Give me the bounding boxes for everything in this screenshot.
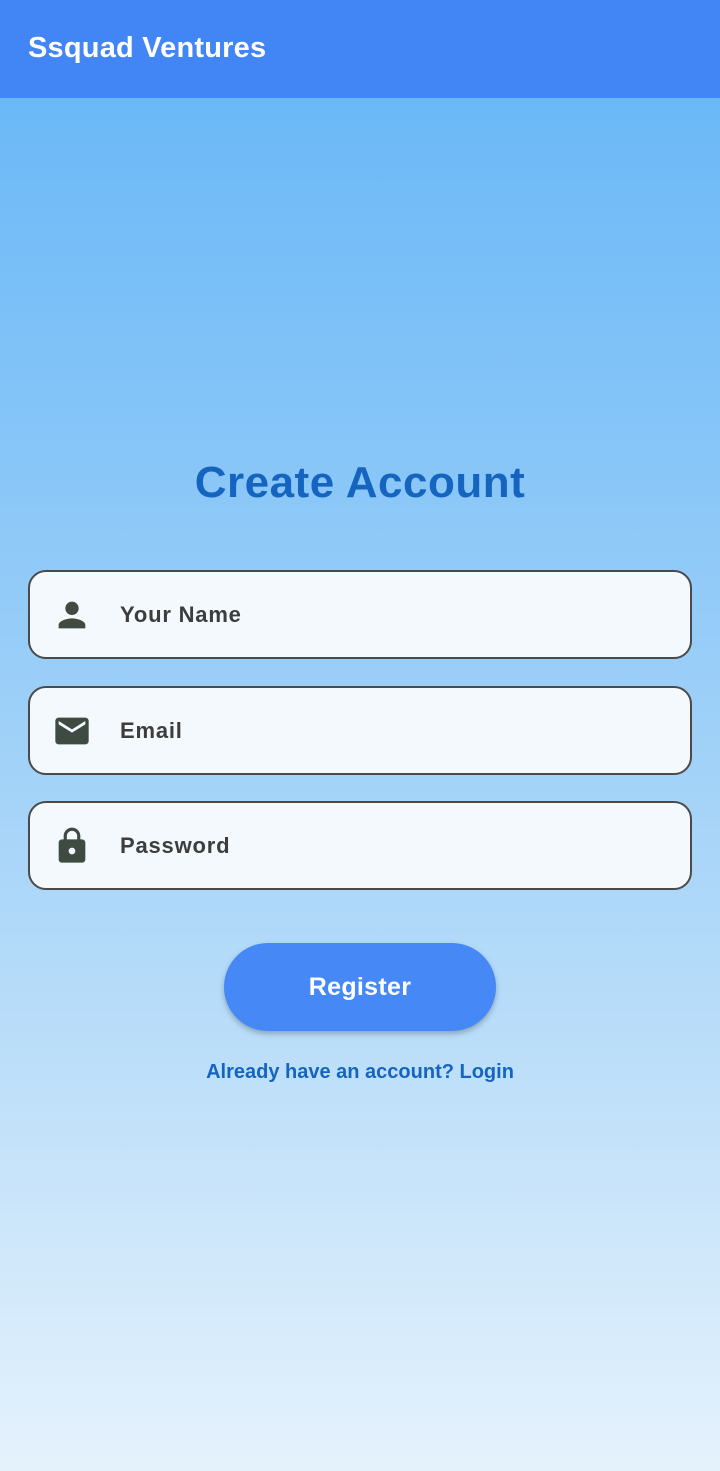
register-button[interactable]: Register — [224, 943, 496, 1031]
page-title: Create Account — [194, 458, 526, 507]
email-field-placeholder: Email — [120, 718, 183, 743]
password-field-placeholder: Password — [120, 833, 231, 858]
name-field-placeholder: Your Name — [120, 602, 242, 627]
email-icon — [52, 711, 92, 751]
name-field[interactable]: Your Name — [28, 570, 692, 659]
person-icon — [52, 595, 92, 635]
lock-icon — [52, 826, 92, 866]
email-field[interactable]: Email — [28, 686, 692, 775]
app-title: Ssquad Ventures — [28, 31, 267, 64]
password-field[interactable]: Password — [28, 801, 692, 890]
app-bar: Ssquad Ventures — [0, 0, 720, 98]
login-link[interactable]: Already have an account? Login — [0, 1061, 720, 1084]
